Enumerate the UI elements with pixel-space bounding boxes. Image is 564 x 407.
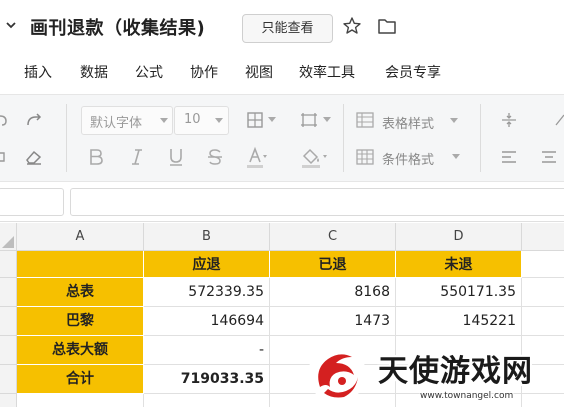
redo-icon[interactable] <box>24 111 44 129</box>
undo-icon[interactable] <box>0 112 8 128</box>
watermark-text: 天使游戏网 <box>378 354 533 389</box>
chevron-down-icon[interactable] <box>268 117 276 123</box>
watermark-url: www.townangel.com <box>420 391 514 401</box>
toolbar-divider <box>343 104 344 172</box>
table-header-cell[interactable]: 应退 <box>144 251 270 278</box>
name-box[interactable] <box>0 188 64 216</box>
format-painter-icon[interactable] <box>0 150 6 164</box>
font-size-select[interactable]: 10 <box>174 106 229 135</box>
menu-bar: 插入 数据 公式 协作 视图 效率工具 会员专享 <box>0 54 564 90</box>
table-cell[interactable]: 145221 <box>396 307 522 336</box>
column-header-c[interactable]: C <box>270 223 396 251</box>
table-header-cell[interactable]: 未退 <box>396 251 522 278</box>
eraser-icon[interactable] <box>24 148 44 166</box>
menu-item-efficiency-tools[interactable]: 效率工具 <box>299 62 355 82</box>
table-cell[interactable] <box>144 394 270 407</box>
menu-item-formula[interactable]: 公式 <box>135 62 163 82</box>
menu-item-collaborate[interactable]: 协作 <box>190 62 218 82</box>
text-rotate-icon[interactable] <box>554 111 564 129</box>
table-cell[interactable] <box>522 307 564 336</box>
align-center-icon[interactable] <box>540 149 558 165</box>
underline-icon[interactable] <box>168 147 184 167</box>
total-cell[interactable]: 719033.35 <box>144 365 270 394</box>
menu-item-data[interactable]: 数据 <box>80 62 108 82</box>
chevron-down-icon[interactable] <box>452 154 460 160</box>
table-style-label[interactable]: 表格样式 <box>382 113 434 132</box>
vertical-align-icon[interactable] <box>500 111 518 129</box>
table-style-icon[interactable] <box>356 112 374 128</box>
toolbar-divider <box>66 104 67 172</box>
watermark-logo <box>308 345 366 403</box>
row-header[interactable] <box>0 278 17 307</box>
table-header-cell[interactable]: 已退 <box>270 251 396 278</box>
merge-cells-icon[interactable] <box>299 111 319 129</box>
column-header-d[interactable]: D <box>396 223 522 251</box>
formula-input[interactable] <box>70 188 564 216</box>
menu-item-view[interactable]: 视图 <box>245 62 273 82</box>
table-cell[interactable] <box>17 394 144 407</box>
row-header[interactable] <box>0 365 17 394</box>
chevron-down-icon[interactable] <box>450 118 458 124</box>
row-header[interactable] <box>0 251 17 278</box>
font-family-value: 默认字体 <box>90 116 143 131</box>
row-header[interactable] <box>0 307 17 336</box>
conditional-format-icon[interactable] <box>356 149 374 165</box>
select-all-icon <box>2 236 14 248</box>
italic-icon[interactable] <box>130 148 144 166</box>
font-family-select[interactable]: 默认字体 <box>81 106 173 135</box>
table-cell[interactable]: 8168 <box>270 278 396 307</box>
toolbar-divider <box>480 104 481 172</box>
readonly-button[interactable]: 只能查看 <box>242 14 333 43</box>
menu-item-member[interactable]: 会员专享 <box>385 62 441 82</box>
column-header-e[interactable] <box>522 223 564 251</box>
row-label-cell[interactable]: 总表大额 <box>17 336 144 365</box>
chevron-down-icon[interactable] <box>4 18 18 32</box>
column-header-b[interactable]: B <box>144 223 270 251</box>
title-bar: 画刊退款（收集结果) 只能查看 <box>0 0 564 54</box>
conditional-format-label[interactable]: 条件格式 <box>382 149 434 168</box>
select-all-corner[interactable] <box>0 223 17 251</box>
bold-icon[interactable] <box>88 148 104 166</box>
table-cell[interactable] <box>522 278 564 307</box>
table-cell[interactable]: 572339.35 <box>144 278 270 307</box>
align-left-icon[interactable] <box>500 149 518 165</box>
table-cell[interactable]: 550171.35 <box>396 278 522 307</box>
menu-item-insert[interactable]: 插入 <box>24 62 52 82</box>
fill-color-icon[interactable] <box>300 146 330 170</box>
row-header[interactable] <box>0 336 17 365</box>
table-cell[interactable] <box>17 251 144 278</box>
row-header[interactable] <box>0 394 17 407</box>
borders-icon[interactable] <box>246 111 264 129</box>
table-cell[interactable]: - <box>144 336 270 365</box>
strikethrough-icon[interactable] <box>207 148 223 166</box>
column-header-a[interactable]: A <box>17 223 144 251</box>
row-label-cell[interactable]: 总表 <box>17 278 144 307</box>
chevron-down-icon[interactable] <box>323 117 331 123</box>
chevron-down-icon <box>160 118 168 123</box>
font-size-value: 10 <box>184 112 201 127</box>
table-cell[interactable]: 1473 <box>270 307 396 336</box>
folder-icon[interactable] <box>377 17 397 35</box>
font-color-icon[interactable] <box>246 146 268 170</box>
table-cell[interactable]: 146694 <box>144 307 270 336</box>
row-label-cell[interactable]: 巴黎 <box>17 307 144 336</box>
chevron-down-icon <box>215 118 223 123</box>
document-title: 画刊退款（收集结果) <box>30 18 206 39</box>
star-icon[interactable] <box>342 16 362 36</box>
table-cell[interactable] <box>522 251 564 278</box>
row-label-cell[interactable]: 合计 <box>17 365 144 394</box>
